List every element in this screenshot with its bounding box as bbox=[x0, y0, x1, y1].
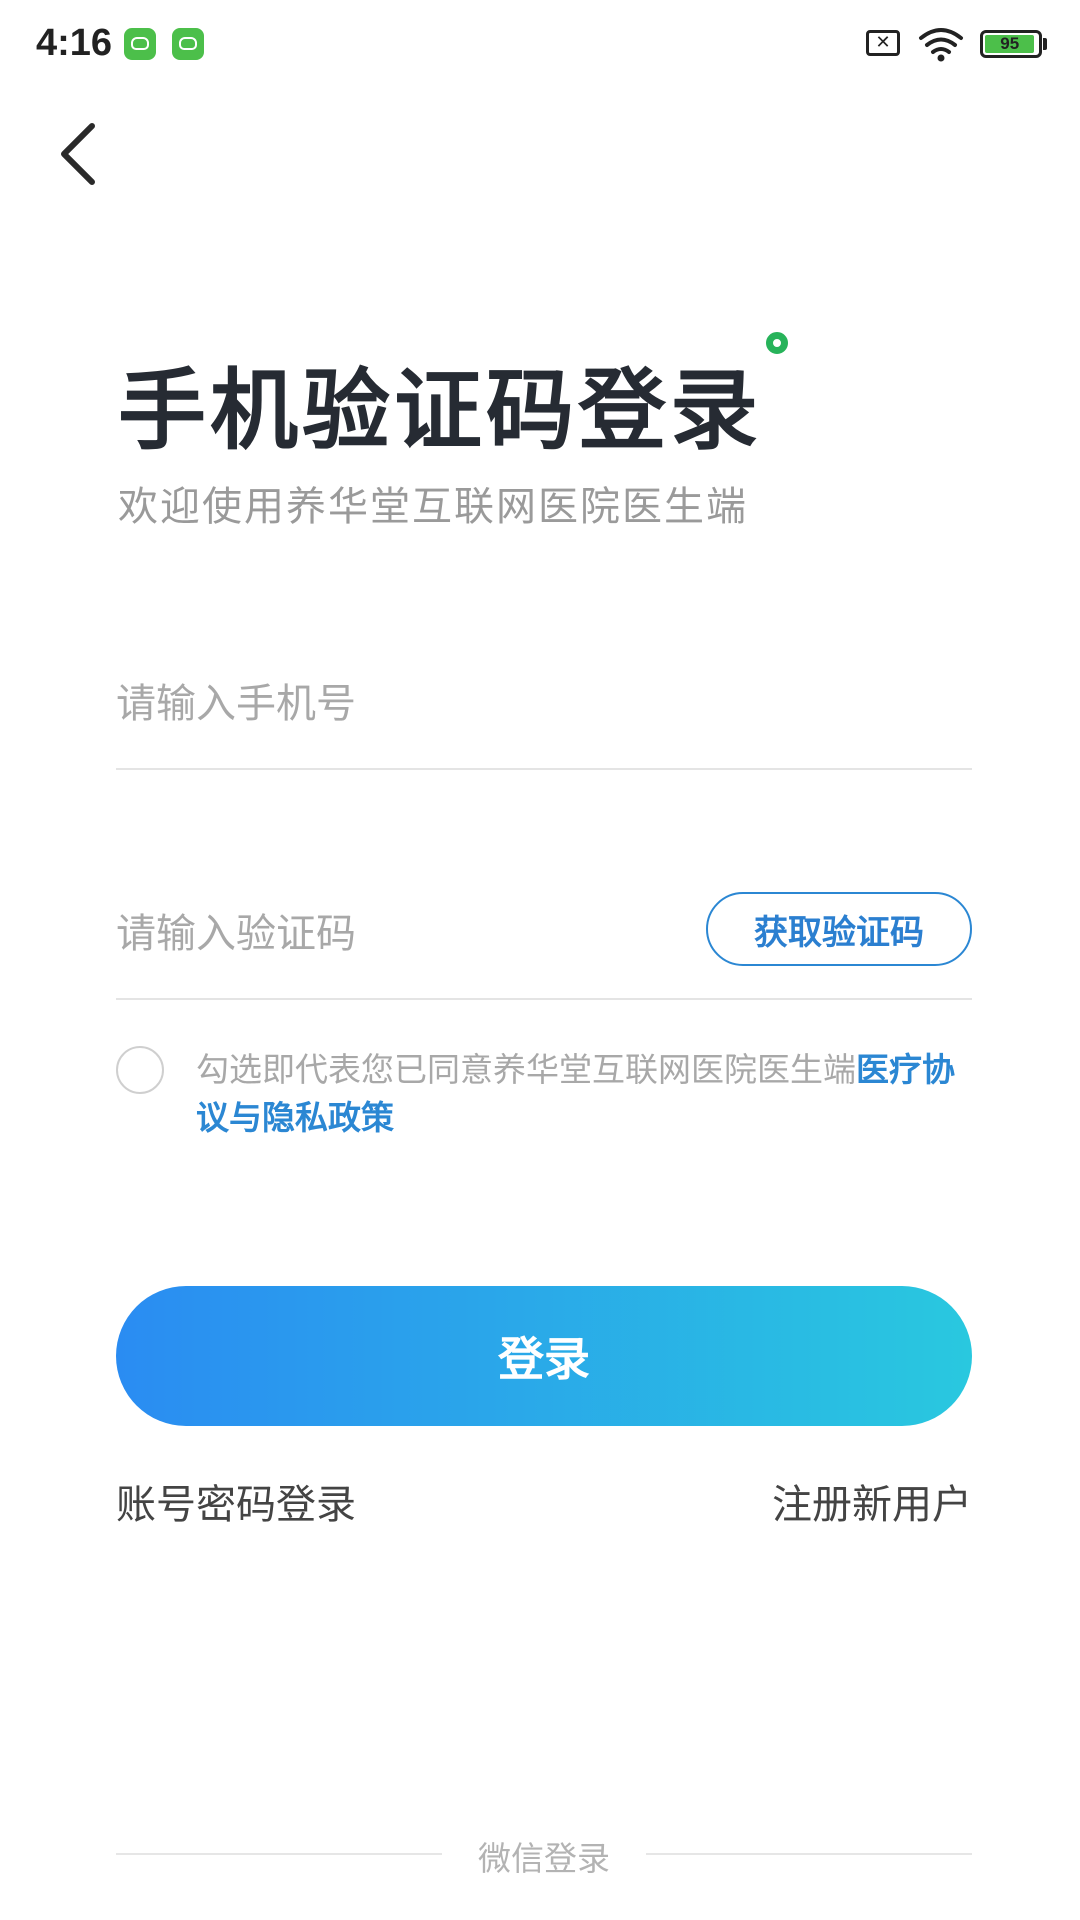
divider-right bbox=[646, 1853, 972, 1855]
get-code-button[interactable]: 获取验证码 bbox=[706, 892, 972, 966]
wifi-icon bbox=[919, 28, 963, 62]
phone-input[interactable] bbox=[116, 674, 676, 734]
verification-code-input[interactable] bbox=[116, 904, 676, 964]
status-time: 4:16 bbox=[36, 22, 113, 64]
app-notification-icon bbox=[124, 28, 156, 60]
battery-icon: 95 bbox=[980, 30, 1042, 58]
login-button[interactable]: 登录 bbox=[116, 1286, 972, 1426]
login-page: 4:16 ✕ 95 手机验证码登录 欢迎使用养华堂互联网医院医生端 获取验证码 … bbox=[0, 0, 1080, 1920]
battery-cap bbox=[1043, 38, 1047, 50]
app-notification-icon bbox=[172, 28, 204, 60]
register-link[interactable]: 注册新用户 bbox=[772, 1472, 972, 1530]
page-subtitle: 欢迎使用养华堂互联网医院医生端 bbox=[118, 484, 748, 530]
status-bar: 4:16 ✕ 95 bbox=[0, 0, 1080, 90]
page-title: 手机验证码登录 bbox=[118, 359, 763, 462]
phone-field-container bbox=[116, 674, 972, 770]
password-login-link[interactable]: 账号密码登录 bbox=[116, 1472, 356, 1530]
back-arrow-icon bbox=[61, 123, 95, 185]
divider-left bbox=[116, 1853, 442, 1855]
agreement-checkbox[interactable] bbox=[116, 1046, 164, 1094]
agreement-statement: 勾选即代表您已同意养华堂互联网医院医生端 bbox=[196, 1050, 856, 1089]
wechat-login-link[interactable]: 微信登录 bbox=[442, 1832, 646, 1880]
battery-level: 95 bbox=[985, 35, 1035, 53]
code-field-container: 获取验证码 bbox=[116, 892, 972, 1000]
title-accent-dot bbox=[766, 332, 788, 354]
agreement-text: 勾选即代表您已同意养华堂互联网医院医生端医疗协议与隐私政策 bbox=[196, 1046, 976, 1142]
sim-error-icon: ✕ bbox=[866, 30, 900, 56]
back-button[interactable] bbox=[48, 118, 112, 190]
